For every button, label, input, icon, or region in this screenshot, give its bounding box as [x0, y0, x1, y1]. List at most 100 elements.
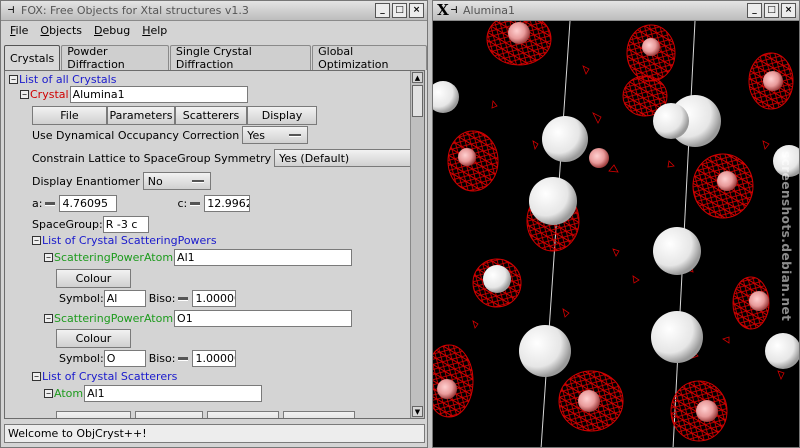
- collapse-icon[interactable]: −: [9, 75, 18, 84]
- crystal-tree[interactable]: − List of all Crystals − Crystal Alumina…: [5, 71, 424, 418]
- right-window-title: Alumina1: [463, 4, 516, 17]
- biso-field[interactable]: 1.00000: [192, 350, 237, 367]
- symbol-field[interactable]: O: [103, 350, 146, 367]
- collapse-icon[interactable]: −: [44, 389, 53, 398]
- spacegroup-field[interactable]: R -3 c: [102, 216, 149, 233]
- crystal-file-button[interactable]: File: [32, 106, 107, 125]
- scattpower-al1-link[interactable]: ScatteringPowerAtom: [54, 251, 173, 264]
- biso-refine-checkbox[interactable]: [178, 356, 189, 361]
- tab-crystals[interactable]: Crystals: [4, 45, 61, 71]
- scattpower-al1-name-field[interactable]: Al1: [174, 249, 353, 266]
- left-titlebar[interactable]: ⊣ FOX: Free Objects for Xtal structures …: [1, 1, 427, 21]
- scattpower-o1-row: − ScatteringPowerAtom O1: [44, 310, 353, 327]
- a-value-field[interactable]: 4.76095: [59, 195, 118, 212]
- crystal-3d-window: X ⊣ Alumina1 _ □ × screenshots.debian.ne…: [432, 0, 800, 448]
- c-value-field[interactable]: 12.9962: [204, 195, 251, 212]
- crystal-scatterers-button[interactable]: Scatterers: [175, 106, 247, 125]
- a-refine-checkbox[interactable]: [45, 201, 56, 206]
- scroll-up-icon[interactable]: ▲: [412, 72, 423, 83]
- crystal-name-field[interactable]: Alumina1: [69, 86, 248, 103]
- menu-help[interactable]: Help: [137, 24, 172, 37]
- tab-powder-diffraction[interactable]: Powder Diffraction: [61, 45, 169, 71]
- menubar: File Objects Debug Help: [1, 21, 427, 39]
- dyn-occ-label: Use Dynamical Occupancy Correction: [32, 128, 240, 142]
- scroll-down-icon[interactable]: ▼: [412, 406, 423, 417]
- collapse-icon[interactable]: −: [44, 253, 53, 262]
- atom-button[interactable]: [207, 411, 279, 418]
- scattpowers-list-link[interactable]: List of Crystal ScatteringPowers: [42, 234, 217, 247]
- tab-single-crystal-diffraction[interactable]: Single Crystal Diffraction: [169, 45, 312, 71]
- atom-buttons-partial: [56, 411, 355, 418]
- crystal-3d-view[interactable]: [433, 21, 800, 448]
- crystal-parameters-button[interactable]: Parameters: [107, 106, 175, 125]
- crystal-link[interactable]: Crystal: [30, 88, 69, 101]
- atom-button[interactable]: [56, 411, 131, 418]
- scattpower-o1-name-field[interactable]: O1: [174, 310, 353, 327]
- atom-button[interactable]: [283, 411, 355, 418]
- status-bar: Welcome to ObjCryst++!: [4, 424, 425, 443]
- menu-file[interactable]: File: [5, 24, 33, 37]
- symbol-field[interactable]: Al: [103, 290, 146, 307]
- collapse-icon[interactable]: −: [44, 314, 53, 323]
- crystals-panel: − List of all Crystals − Crystal Alumina…: [4, 70, 425, 419]
- scattpower-al1-props-row: Symbol: Al Biso: 1.00000: [59, 290, 237, 307]
- collapse-icon[interactable]: −: [32, 372, 41, 381]
- pin-icon[interactable]: ⊣: [4, 3, 18, 17]
- atom-button[interactable]: [135, 411, 203, 418]
- scatterers-list-row: − List of Crystal Scatterers: [32, 370, 177, 383]
- minimize-icon[interactable]: _: [375, 3, 390, 18]
- c-label: c:: [177, 197, 188, 210]
- spacegroup-row: SpaceGroup: R -3 c: [32, 216, 149, 233]
- collapse-icon[interactable]: −: [20, 90, 29, 99]
- collapse-icon[interactable]: −: [32, 236, 41, 245]
- symbol-label: Symbol:: [59, 292, 104, 305]
- scattpower-o1-link[interactable]: ScatteringPowerAtom: [54, 312, 173, 325]
- dyn-occ-choice[interactable]: Yes: [242, 126, 309, 144]
- crystal-row: − Crystal Alumina1: [20, 86, 248, 103]
- right-titlebar[interactable]: X ⊣ Alumina1 _ □ ×: [433, 1, 799, 21]
- scatterers-list-link[interactable]: List of Crystal Scatterers: [42, 370, 177, 383]
- list-all-crystals-link[interactable]: List of all Crystals: [19, 73, 116, 86]
- pin-icon[interactable]: ⊣: [447, 3, 461, 17]
- atom-row: − Atom Al1: [44, 385, 263, 402]
- maximize-icon[interactable]: □: [392, 3, 407, 18]
- atom-name-field[interactable]: Al1: [84, 385, 263, 402]
- left-window-title: FOX: Free Objects for Xtal structures v1…: [21, 4, 249, 17]
- window-controls: _ □ ×: [375, 3, 424, 18]
- vertical-scrollbar[interactable]: ▲ ▼: [410, 71, 424, 418]
- atom-link[interactable]: Atom: [54, 387, 83, 400]
- watermark: screenshots.debian.net: [779, 151, 793, 322]
- scattpower-o1-props-row: Symbol: O Biso: 1.00000: [59, 350, 237, 367]
- crystal-display-button[interactable]: Display: [247, 106, 317, 125]
- maximize-icon[interactable]: □: [764, 3, 779, 18]
- biso-refine-checkbox[interactable]: [178, 296, 189, 301]
- scattpower-al1-colour-row: Colour: [56, 269, 131, 288]
- biso-field[interactable]: 1.00000: [192, 290, 237, 307]
- biso-label: Biso:: [148, 352, 176, 365]
- scroll-thumb[interactable]: [412, 85, 423, 117]
- window-controls: _ □ ×: [747, 3, 796, 18]
- spacegroup-label: SpaceGroup:: [32, 218, 103, 231]
- biso-label: Biso:: [148, 292, 176, 305]
- constrain-row: Constrain Lattice to SpaceGroup Symmetry…: [32, 149, 424, 167]
- scattpowers-list-row: − List of Crystal ScatteringPowers: [32, 234, 217, 247]
- dyn-occ-row: Use Dynamical Occupancy Correction Yes: [32, 126, 309, 144]
- tab-global-optimization[interactable]: Global Optimization: [312, 45, 427, 71]
- menu-debug[interactable]: Debug: [89, 24, 135, 37]
- lattice-row: a: 4.76095 c: 12.9962: [32, 195, 251, 212]
- close-icon[interactable]: ×: [781, 3, 796, 18]
- a-label: a:: [32, 197, 43, 210]
- constrain-choice[interactable]: Yes (Default): [274, 149, 424, 167]
- crystal-buttons: File Parameters Scatterers Display: [32, 106, 317, 125]
- enantiomer-choice[interactable]: No: [142, 172, 211, 190]
- symbol-label: Symbol:: [59, 352, 104, 365]
- menu-objects[interactable]: Objects: [35, 24, 87, 37]
- minimize-icon[interactable]: _: [747, 3, 762, 18]
- constrain-label: Constrain Lattice to SpaceGroup Symmetry: [32, 151, 272, 165]
- close-icon[interactable]: ×: [409, 3, 424, 18]
- c-refine-checkbox[interactable]: [190, 201, 201, 206]
- colour-button[interactable]: Colour: [56, 329, 131, 348]
- enantiomer-row: Display Enantiomer No: [32, 172, 211, 190]
- colour-button[interactable]: Colour: [56, 269, 131, 288]
- list-all-crystals-row: − List of all Crystals: [9, 73, 116, 86]
